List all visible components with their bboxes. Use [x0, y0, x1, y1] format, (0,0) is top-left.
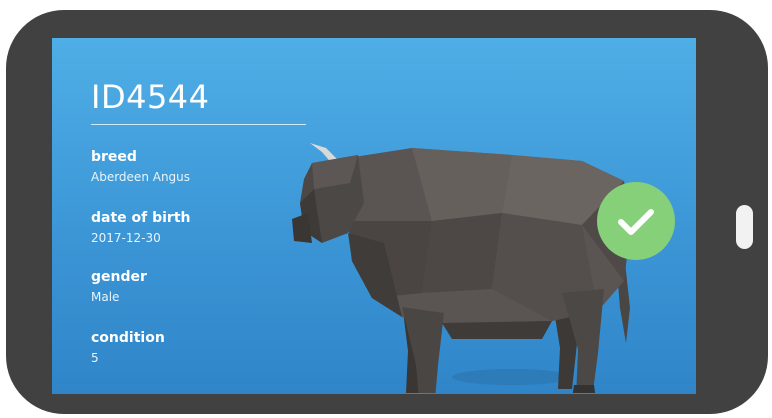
gender-label: gender — [91, 269, 147, 285]
gender-value: Male — [91, 290, 120, 304]
checkmark-icon — [618, 209, 654, 235]
title-divider — [91, 124, 306, 125]
home-button[interactable] — [736, 205, 753, 249]
condition-label: condition — [91, 330, 165, 346]
cow-illustration — [292, 143, 630, 393]
animal-id-title: ID4544 — [91, 78, 210, 116]
condition-value: 5 — [91, 351, 99, 365]
animal-card-screen: ID4544 breed Aberdeen Angus date of birt… — [52, 38, 696, 394]
breed-value: Aberdeen Angus — [91, 170, 191, 184]
breed-label: breed — [91, 149, 137, 165]
verified-status-badge — [597, 182, 675, 260]
date-of-birth-value: 2017-12-30 — [91, 231, 161, 245]
date-of-birth-label: date of birth — [91, 210, 191, 226]
